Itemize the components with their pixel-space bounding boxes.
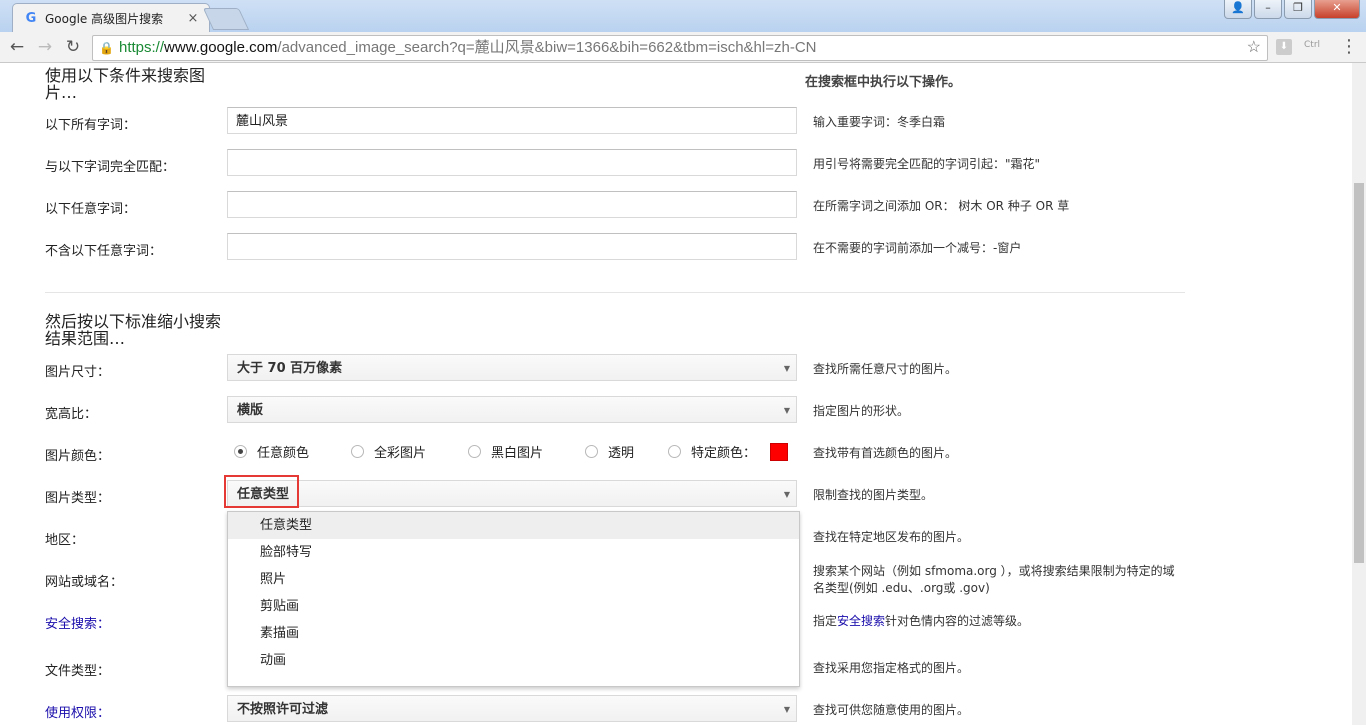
section-title-narrow: 然后按以下标准缩小搜索结果范围…	[45, 312, 222, 348]
lock-icon: 🔒	[99, 41, 114, 55]
bookmark-star-icon[interactable]: ☆	[1247, 36, 1261, 60]
image-size-label: 图片尺寸：	[45, 365, 111, 380]
aspect-ratio-value: 横版	[237, 403, 264, 418]
none-words-label: 不含以下任意字词：	[45, 244, 163, 259]
image-size-value: 大于 70 百万像素	[237, 361, 343, 376]
reload-button[interactable]: ↻	[62, 36, 84, 58]
browser-tab[interactable]: G Google 高级图片搜索 ×	[12, 3, 210, 33]
none-words-input[interactable]	[227, 233, 797, 260]
browser-menu-icon[interactable]: ⋮	[1340, 36, 1358, 57]
image-type-select[interactable]: 任意类型 ▼	[227, 480, 797, 507]
dropdown-option[interactable]: 照片	[228, 566, 799, 593]
color-radio-specific[interactable]: 特定颜色：	[668, 442, 756, 461]
exact-phrase-input[interactable]	[227, 149, 797, 176]
radio-icon	[668, 445, 681, 458]
image-color-label: 图片颜色：	[45, 449, 111, 464]
none-words-help: 在不需要的字词前添加一个减号：-窗户	[813, 241, 1022, 255]
extension-icon[interactable]: ⬇	[1276, 39, 1292, 55]
image-color-radio-group: 任意颜色 全彩图片 黑白图片 透明 特定颜色：	[234, 442, 789, 461]
image-color-help: 查找带有首选颜色的图片。	[813, 446, 958, 460]
radio-checked-icon	[234, 445, 247, 458]
file-type-label: 文件类型：	[45, 664, 111, 679]
url-host: www.google.com	[164, 39, 278, 56]
tab-title: Google 高级图片搜索	[45, 12, 164, 26]
any-words-label: 以下任意字词：	[45, 202, 137, 217]
safe-search-help-link[interactable]: 安全搜索	[837, 614, 885, 628]
region-label: 地区：	[45, 533, 85, 548]
scrollbar-thumb[interactable]	[1354, 183, 1364, 563]
user-icon[interactable]: 👤	[1224, 0, 1252, 19]
back-button[interactable]: ←	[6, 36, 28, 58]
all-words-help: 输入重要字词：冬季白霜	[813, 115, 946, 129]
advanced-image-search-page: 使用以下条件来搜索图片… 在搜索框中执行以下操作。 以下所有字词： 麓山风景 输…	[0, 63, 1352, 725]
radio-label: 特定颜色：	[691, 446, 757, 461]
dropdown-option[interactable]: 脸部特写	[228, 539, 799, 566]
dropdown-option[interactable]: 素描画	[228, 620, 799, 647]
browser-toolbar: ← → ↻ 🔒 https://www.google.com/advanced_…	[0, 32, 1366, 63]
extension-label[interactable]: Ctrl	[1304, 40, 1320, 50]
file-type-help: 查找采用您指定格式的图片。	[813, 661, 970, 675]
usage-rights-link[interactable]: 使用权限：	[45, 702, 110, 721]
site-help: 搜索某个网站（例如 sfmoma.org ），或将搜索结果限制为特定的域名类型(…	[813, 564, 1175, 595]
chevron-down-icon: ▼	[783, 490, 790, 499]
image-size-help: 查找所需任意尺寸的图片。	[813, 362, 958, 376]
safe-help-text: 针对色情内容的过滤等级。	[885, 614, 1030, 628]
highlight-box	[224, 475, 299, 508]
aspect-ratio-label: 宽高比：	[45, 407, 98, 422]
section-divider	[45, 292, 1185, 293]
maximize-button[interactable]: ❐	[1284, 0, 1312, 19]
aspect-ratio-select[interactable]: 横版 ▼	[227, 396, 797, 423]
color-radio-bw[interactable]: 黑白图片	[468, 442, 585, 461]
tab-close-icon[interactable]: ×	[185, 11, 201, 26]
section-hint: 在搜索框中执行以下操作。	[805, 75, 962, 90]
page-scrollbar[interactable]	[1352, 63, 1366, 725]
title-bar: G Google 高级图片搜索 × 👤 – ❐ ✕	[0, 0, 1366, 33]
google-favicon-icon: G	[25, 10, 37, 26]
usage-rights-select[interactable]: 不按照许可过滤 ▼	[227, 695, 797, 722]
image-type-label: 图片类型：	[45, 491, 111, 506]
color-swatch[interactable]	[770, 442, 789, 461]
window-controls: 👤 – ❐ ✕	[1224, 0, 1360, 19]
radio-label: 任意颜色	[257, 446, 310, 461]
minimize-button[interactable]: –	[1254, 0, 1282, 19]
image-type-help: 限制查找的图片类型。	[813, 488, 934, 502]
chevron-down-icon: ▼	[783, 705, 790, 714]
region-help: 查找在特定地区发布的图片。	[813, 530, 970, 544]
url-path: /advanced_image_search?q=麓山风景&biw=1366&b…	[277, 39, 817, 56]
url-scheme: https://	[119, 39, 165, 56]
radio-icon	[585, 445, 598, 458]
usage-rights-value: 不按照许可过滤	[237, 702, 329, 717]
dropdown-option[interactable]: 剪贴画	[228, 593, 799, 620]
dropdown-option[interactable]: 动画	[228, 647, 799, 674]
safe-search-help: 指定安全搜索针对色情内容的过滤等级。	[813, 613, 1183, 630]
usage-rights-help: 查找可供您随意使用的图片。	[813, 703, 970, 717]
exact-phrase-help: 用引号将需要完全匹配的字词引起："霜花"	[813, 157, 1041, 171]
exact-phrase-label: 与以下字词完全匹配：	[45, 160, 176, 175]
all-words-input[interactable]: 麓山风景	[227, 107, 797, 134]
chevron-down-icon: ▼	[783, 406, 790, 415]
radio-label: 透明	[608, 446, 635, 461]
site-label: 网站或域名：	[45, 575, 124, 590]
radio-icon	[468, 445, 481, 458]
dropdown-option[interactable]: 任意类型	[228, 512, 799, 539]
any-words-help: 在所需字词之间添加 OR： 树木 OR 种子 OR 草	[813, 199, 1070, 213]
radio-label: 全彩图片	[374, 446, 427, 461]
close-window-button[interactable]: ✕	[1314, 0, 1360, 19]
any-words-input[interactable]	[227, 191, 797, 218]
safe-help-text: 指定	[813, 614, 838, 628]
aspect-ratio-help: 指定图片的形状。	[813, 404, 910, 418]
chevron-down-icon: ▼	[783, 364, 790, 373]
color-radio-transparent[interactable]: 透明	[585, 442, 668, 461]
image-size-select[interactable]: 大于 70 百万像素 ▼	[227, 354, 797, 381]
all-words-label: 以下所有字词：	[45, 118, 137, 133]
image-type-dropdown: 任意类型 脸部特写 照片 剪贴画 素描画 动画	[227, 511, 800, 687]
radio-label: 黑白图片	[491, 446, 544, 461]
address-bar[interactable]: 🔒 https://www.google.com/advanced_image_…	[92, 35, 1268, 61]
radio-icon	[351, 445, 364, 458]
section-title-conditions: 使用以下条件来搜索图片…	[45, 66, 206, 102]
forward-button[interactable]: →	[34, 36, 56, 58]
safe-search-link[interactable]: 安全搜索：	[45, 613, 110, 632]
color-radio-any[interactable]: 任意颜色	[234, 442, 351, 461]
color-radio-full[interactable]: 全彩图片	[351, 442, 468, 461]
